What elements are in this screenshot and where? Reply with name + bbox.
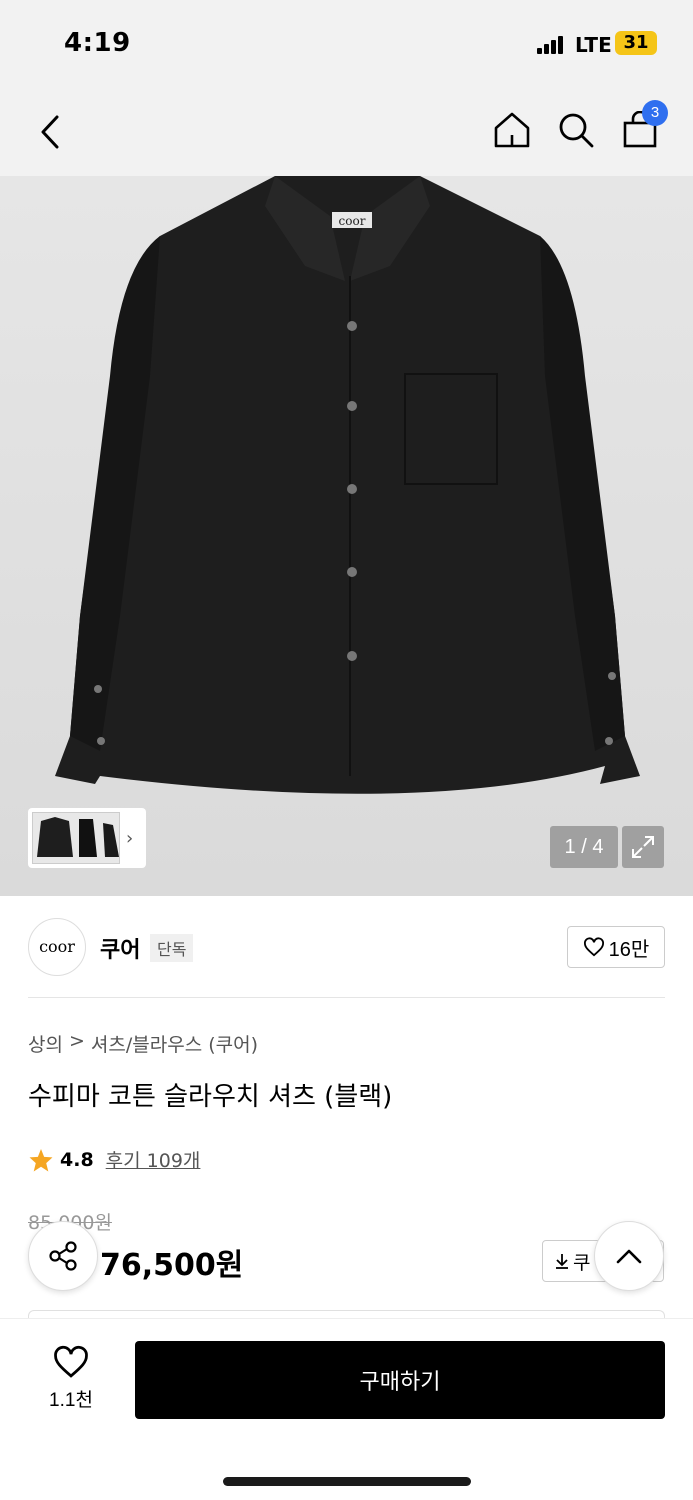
breadcrumb-category[interactable]: 상의 [28, 1030, 63, 1057]
breadcrumb: 상의 > 셔츠/블라우스 (쿠어) [28, 1030, 258, 1057]
sale-price: 76,500원 [100, 1248, 244, 1283]
breadcrumb-separator: > [68, 1030, 85, 1052]
brand-like-count: 16만 [608, 938, 650, 961]
exclusive-badge: 단독 [150, 934, 194, 962]
scroll-top-button[interactable] [594, 1221, 664, 1291]
download-icon [556, 1254, 568, 1269]
battery-icon: 31 [615, 31, 657, 55]
brand-like-button[interactable]: 16만 [567, 926, 665, 968]
divider [28, 997, 665, 998]
expand-button[interactable] [622, 826, 664, 868]
nav-bar: 3 [0, 88, 693, 176]
brand-row[interactable]: coor 쿠어 단독 16만 [28, 916, 665, 978]
thumbnail-shirts [37, 817, 119, 857]
product-image[interactable]: coor › 1 / 4 [0, 176, 693, 896]
wish-count: 1.1천 [49, 1390, 93, 1411]
brand-logo[interactable]: coor [28, 918, 86, 976]
rating-score: 4.8 [60, 1148, 94, 1171]
breadcrumb-subcategory[interactable]: 셔츠/블라우스 (쿠어) [91, 1030, 258, 1057]
search-button[interactable] [554, 108, 598, 152]
product-title: 수피마 코튼 슬라우치 셔츠 (블랙) [28, 1082, 393, 1112]
home-button[interactable] [490, 108, 534, 152]
share-icon [49, 1241, 77, 1271]
thumbnail-strip[interactable]: › [28, 808, 146, 868]
network-label: LTE [575, 33, 612, 57]
thumbnail-image[interactable] [32, 812, 120, 864]
svg-text:coor: coor [339, 214, 366, 228]
wish-button[interactable]: 1.1천 [40, 1345, 102, 1412]
heart-icon [583, 937, 604, 957]
chevron-right-icon: › [126, 827, 134, 849]
signal-icon [537, 36, 563, 54]
chevron-left-icon [41, 115, 59, 149]
heart-icon [54, 1345, 88, 1378]
star-icon [29, 1148, 53, 1171]
shirt-illustration: coor [55, 176, 640, 794]
status-time: 4:19 [64, 28, 131, 58]
share-button[interactable] [28, 1221, 98, 1291]
buy-button[interactable]: 구매하기 [135, 1341, 665, 1419]
page-indicator: 1 / 4 [550, 826, 618, 868]
home-icon [494, 112, 530, 148]
status-bar: 4:19 LTE 31 [0, 0, 693, 88]
expand-icon [632, 836, 654, 858]
cart-count-badge: 3 [642, 100, 668, 126]
brand-name[interactable]: 쿠어 [100, 932, 140, 964]
back-button[interactable] [30, 110, 70, 154]
review-link[interactable]: 후기 109개 [106, 1146, 201, 1173]
coupon-label: 쿠 [573, 1251, 591, 1274]
chevron-up-icon [616, 1249, 642, 1264]
home-indicator [223, 1477, 471, 1486]
search-icon [559, 113, 594, 148]
cart-button[interactable]: 3 [618, 100, 668, 152]
rating: 4.8 후기 109개 [28, 1146, 200, 1173]
bottom-bar: 1.1천 구매하기 [0, 1318, 693, 1500]
